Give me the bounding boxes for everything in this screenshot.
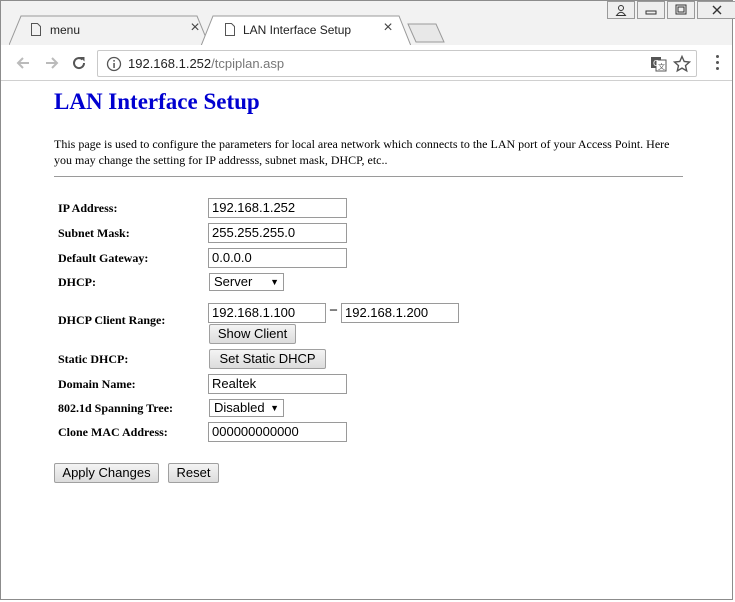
subnet-mask-label: Subnet Mask: <box>58 226 130 240</box>
reset-button[interactable]: Reset <box>168 463 219 483</box>
default-gateway-label: Default Gateway: <box>58 251 149 265</box>
spanning-tree-selected-value: Disabled <box>214 400 265 415</box>
tab-lan-interface-setup[interactable]: LAN Interface Setup × <box>201 15 411 46</box>
info-icon[interactable] <box>106 56 122 72</box>
page-title: LAN Interface Setup <box>54 89 260 114</box>
browser-menu-icon[interactable] <box>716 55 720 73</box>
translate-icon[interactable]: G 文 <box>650 55 668 73</box>
static-dhcp-label: Static DHCP: <box>58 352 129 366</box>
dhcp-range-start-input[interactable]: 192.168.1.100 <box>208 303 326 323</box>
default-gateway-input[interactable]: 0.0.0.0 <box>208 248 347 268</box>
address-bar[interactable]: 192.168.1.252/tcpiplan.asp G 文 <box>97 50 697 77</box>
close-tab-icon[interactable]: × <box>380 20 396 36</box>
window-controls <box>607 1 735 21</box>
spanning-tree-label: 802.1d Spanning Tree: <box>58 401 174 415</box>
close-window-icon[interactable] <box>697 1 735 19</box>
url-path: /tcpiplan.asp <box>211 56 285 71</box>
subnet-mask-input[interactable]: 255.255.255.0 <box>208 223 347 243</box>
browser-toolbar: 192.168.1.252/tcpiplan.asp G 文 <box>1 45 732 81</box>
url-text: 192.168.1.252/tcpiplan.asp <box>128 56 284 71</box>
forward-arrow-icon[interactable] <box>42 53 62 73</box>
tab-menu-title: menu <box>50 23 81 37</box>
minimize-icon[interactable] <box>637 1 665 19</box>
page-description: This page is used to configure the param… <box>54 137 670 167</box>
svg-text:文: 文 <box>658 62 665 71</box>
chevron-down-icon: ▼ <box>270 403 279 413</box>
dhcp-range-end-input[interactable]: 192.168.1.200 <box>341 303 459 323</box>
ip-address-input[interactable]: 192.168.1.252 <box>208 198 347 218</box>
tab-menu[interactable]: menu × <box>9 15 209 45</box>
divider <box>54 176 683 178</box>
tab-lan-title: LAN Interface Setup <box>243 23 352 37</box>
bookmark-star-icon[interactable] <box>673 55 691 73</box>
dhcp-label: DHCP: <box>58 275 96 289</box>
domain-name-input[interactable]: Realtek <box>208 374 347 394</box>
reload-icon[interactable] <box>69 53 89 73</box>
back-arrow-icon[interactable] <box>13 53 33 73</box>
clone-mac-label: Clone MAC Address: <box>58 425 168 439</box>
browser-window: menu × LAN Interface Setup × 192.168.1.2… <box>0 0 735 600</box>
ip-address-label: IP Address: <box>58 201 118 215</box>
apply-changes-button[interactable]: Apply Changes <box>54 463 159 483</box>
profile-icon[interactable] <box>607 1 635 19</box>
dhcp-select[interactable]: Server ▼ <box>209 273 284 291</box>
page-icon <box>225 23 235 36</box>
domain-name-label: Domain Name: <box>58 377 136 391</box>
new-tab-button[interactable] <box>406 23 446 43</box>
clone-mac-input[interactable]: 000000000000 <box>208 422 347 442</box>
chevron-down-icon: ▼ <box>270 277 279 287</box>
set-static-dhcp-button[interactable]: Set Static DHCP <box>209 349 326 369</box>
dhcp-selected-value: Server <box>214 274 253 289</box>
url-host: 192.168.1.252 <box>128 56 212 71</box>
range-separator: – <box>330 302 337 317</box>
maximize-icon[interactable] <box>667 1 695 19</box>
show-client-button[interactable]: Show Client <box>209 324 296 344</box>
spanning-tree-select[interactable]: Disabled ▼ <box>209 399 284 417</box>
dhcp-client-range-label: DHCP Client Range: <box>58 313 166 327</box>
page-content: LAN Interface Setup This page is used to… <box>1 81 732 599</box>
page-icon <box>31 23 41 36</box>
